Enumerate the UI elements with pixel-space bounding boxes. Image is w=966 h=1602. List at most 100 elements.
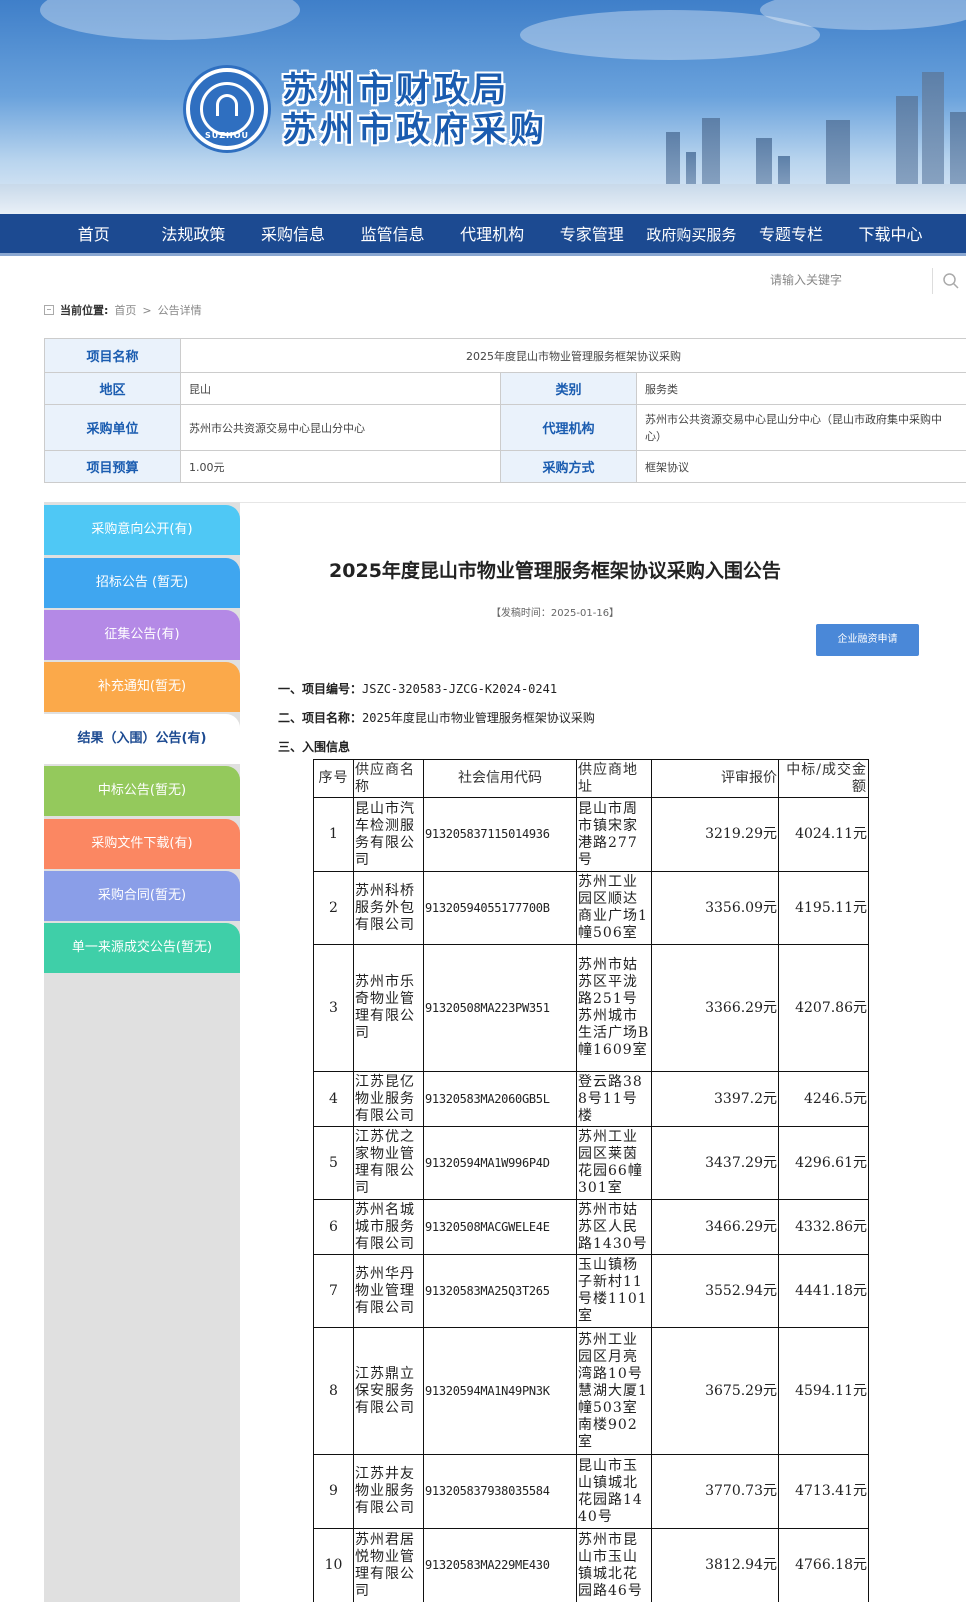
review-price: 3366.29元: [651, 944, 779, 1072]
search-input[interactable]: [770, 266, 930, 294]
section-project-name: 二、项目名称：2025年度昆山市物业管理服务框架协议采购: [278, 709, 595, 726]
award-amount: 4713.41元: [778, 1454, 869, 1529]
breadcrumb-home[interactable]: 首页: [114, 302, 136, 318]
sidebar-item-intention[interactable]: 采购意向公开(有): [44, 505, 240, 555]
nav-item-agencies[interactable]: 代理机构: [442, 214, 542, 256]
award-amount: 4024.11元: [778, 797, 869, 872]
section-shortlist-info: 三、入围信息: [278, 738, 350, 755]
credit-code: 913205837938035584: [423, 1454, 577, 1529]
table-row: 8 江苏鼎立保安服务有限公司 91320594MA1N49PN3K 苏州工业园区…: [313, 1327, 869, 1455]
credit-code: 91320508MA223PW351: [423, 944, 577, 1072]
review-price: 3219.29元: [651, 797, 779, 872]
method-label: 采购方式: [500, 450, 637, 483]
supplier-address: 苏州市姑苏区人民路1430号: [576, 1199, 652, 1255]
section-value: JSZC-320583-JZCG-K2024-0241: [362, 682, 558, 696]
sidebar-item-solicitation[interactable]: 征集公告(有): [44, 610, 240, 660]
breadcrumb-current: 公告详情: [157, 304, 202, 317]
location-icon: [44, 305, 54, 315]
supplier-address: 苏州市姑苏区平泷路251号苏州城市生活广场B幢1609室: [576, 944, 652, 1072]
city-skyline-image: [526, 52, 966, 192]
search-divider: [932, 268, 933, 294]
award-amount: 4207.86元: [778, 944, 869, 1072]
row-index: 6: [313, 1199, 354, 1255]
review-price: 3437.29元: [651, 1126, 779, 1200]
credit-code: 91320583MA229ME430: [423, 1528, 577, 1602]
nav-item-gov-services[interactable]: 政府购买服务: [642, 214, 742, 256]
nav-item-downloads[interactable]: 下载中心: [841, 214, 941, 256]
review-price: 3770.73元: [651, 1454, 779, 1529]
section-value: 2025年度昆山市物业管理服务框架协议采购: [362, 711, 595, 725]
award-amount: 4296.61元: [778, 1126, 869, 1200]
results-table: 序号 供应商名称 社会信用代码 供应商地址 评审报价 中标/成交金额 1 昆山市…: [313, 759, 869, 1602]
notice-title: 2025年度昆山市物业管理服务框架协议采购入围公告: [329, 560, 781, 582]
site-title: 苏州市财政局 苏州市政府采购: [282, 70, 548, 150]
table-row: 9 江苏井友物业服务有限公司 913205837938035584 昆山市玉山镇…: [313, 1454, 869, 1529]
cloud-decoration: [40, 0, 300, 40]
search-box: [770, 266, 966, 296]
site-title-line1: 苏州市财政局: [282, 70, 510, 110]
sidebar-item-contract[interactable]: 采购合同(暂无): [44, 871, 240, 921]
table-row: 4 江苏昆亿物业服务有限公司 91320583MA2060GB5L 登云路388…: [313, 1071, 869, 1127]
credit-code: 91320508MACGWELE4E: [423, 1199, 577, 1255]
region-value: 昆山: [180, 372, 501, 405]
finance-apply-button[interactable]: 企业融资申请: [816, 624, 919, 656]
buyer-label: 采购单位: [44, 404, 181, 451]
review-price: 3812.94元: [651, 1528, 779, 1602]
breadcrumb-label: 当前位置:: [60, 304, 109, 317]
row-index: 10: [313, 1528, 354, 1602]
nav-item-supervision-info[interactable]: 监管信息: [343, 214, 443, 256]
credit-code: 91320583MA2060GB5L: [423, 1071, 577, 1127]
water-decoration: [0, 184, 966, 214]
budget-label: 项目预算: [44, 450, 181, 483]
table-row: 10 苏州君居悦物业管理有限公司 91320583MA229ME430 苏州市昆…: [313, 1528, 869, 1602]
award-amount: 4332.86元: [778, 1199, 869, 1255]
project-info-table: 项目名称 2025年度昆山市物业管理服务框架协议采购 地区 昆山 类别 服务类 …: [44, 338, 966, 483]
row-index: 8: [313, 1327, 354, 1455]
table-row: 3 苏州市乐奇物业管理有限公司 91320508MA223PW351 苏州市姑苏…: [313, 944, 869, 1072]
sidebar-item-doc-download[interactable]: 采购文件下载(有): [44, 819, 240, 869]
breadcrumb: 当前位置: 首页 > 公告详情: [44, 302, 202, 318]
supplier-name: 江苏井友物业服务有限公司: [353, 1454, 424, 1529]
nav-item-home[interactable]: 首页: [44, 214, 144, 256]
sidebar-item-tender[interactable]: 招标公告 (暂无): [44, 558, 240, 608]
project-name-value: 2025年度昆山市物业管理服务框架协议采购: [179, 338, 966, 373]
category-label: 类别: [500, 372, 637, 405]
header-banner: SUZHOU 苏州市财政局 苏州市政府采购: [0, 0, 966, 214]
nav-item-special-topics[interactable]: 专题专栏: [741, 214, 841, 256]
column-header: 中标/成交金额: [778, 759, 869, 798]
table-row: 7 苏州华丹物业管理有限公司 91320583MA25Q3T265 玉山镇杨子新…: [313, 1254, 869, 1328]
column-header: 供应商名称: [353, 759, 424, 798]
supplier-address: 苏州工业园区月亮湾路10号慧湖大厦1幢503室南楼902室: [576, 1327, 652, 1455]
sidebar-item-award[interactable]: 中标公告(暂无): [44, 766, 240, 816]
region-label: 地区: [44, 372, 181, 405]
review-price: 3675.29元: [651, 1327, 779, 1455]
section-label: 一、项目编号：: [278, 682, 363, 696]
breadcrumb-separator: >: [142, 303, 152, 317]
table-row: 2 苏州科桥服务外包有限公司 91320594055177700B 苏州工业园区…: [313, 871, 869, 945]
section-label: 二、项目名称：: [278, 711, 363, 725]
column-header: 供应商地址: [576, 759, 652, 798]
sidebar-item-result[interactable]: 结果（入围）公告(有): [44, 714, 240, 764]
table-row: 6 苏州名城城市服务有限公司 91320508MACGWELE4E 苏州市姑苏区…: [313, 1199, 869, 1255]
column-header: 序号: [313, 759, 354, 798]
credit-code: 91320594MA1W996P4D: [423, 1126, 577, 1200]
nav-item-experts[interactable]: 专家管理: [542, 214, 642, 256]
buyer-value: 苏州市公共资源交易中心昆山分中心: [180, 404, 501, 451]
sidebar-item-supplement[interactable]: 补充通知(暂无): [44, 662, 240, 712]
nav-item-regulations[interactable]: 法规政策: [144, 214, 244, 256]
supplier-name: 江苏昆亿物业服务有限公司: [353, 1071, 424, 1127]
method-value: 框架协议: [635, 450, 966, 483]
publish-time: 【发稿时间：2025-01-16】: [490, 608, 620, 619]
table-row: 5 江苏优之家物业管理有限公司 91320594MA1W996P4D 苏州工业园…: [313, 1126, 869, 1200]
row-index: 3: [313, 944, 354, 1072]
award-amount: 4766.18元: [778, 1528, 869, 1602]
row-index: 9: [313, 1454, 354, 1529]
category-value: 服务类: [635, 372, 966, 405]
sidebar-item-single-source[interactable]: 单一来源成交公告(暂无): [44, 923, 240, 973]
search-icon[interactable]: [942, 272, 960, 290]
award-amount: 4195.11元: [778, 871, 869, 945]
award-amount: 4441.18元: [778, 1254, 869, 1328]
agency-value: 苏州市公共资源交易中心昆山分中心（昆山市政府集中采购中心）: [635, 404, 966, 451]
supplier-address: 昆山市玉山镇城北花园路1440号: [576, 1454, 652, 1529]
nav-item-procurement-info[interactable]: 采购信息: [243, 214, 343, 256]
